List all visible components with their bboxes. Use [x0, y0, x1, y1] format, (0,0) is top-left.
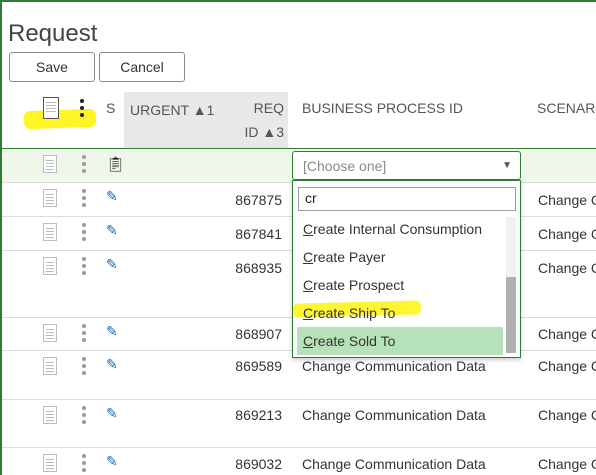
filter-input[interactable]: cr — [298, 187, 516, 211]
kebab-menu-icon[interactable] — [82, 257, 86, 275]
option-create-internal-consumption[interactable]: Create Internal Consumption — [297, 215, 503, 243]
kebab-menu-icon[interactable] — [82, 155, 86, 173]
edit-document-icon: ✎ — [106, 256, 118, 272]
req-sort-indicator: ▲3 — [262, 124, 284, 140]
req-id: 868935 — [235, 260, 282, 276]
save-label: Save — [36, 59, 68, 75]
edit-document-icon: ✎ — [106, 405, 118, 421]
kebab-menu-icon[interactable] — [82, 189, 86, 207]
edit-document-icon: ✎ — [106, 323, 118, 339]
kebab-menu-icon[interactable] — [82, 324, 86, 342]
table-row[interactable]: ✎ 869213 Change Communication Data Chang… — [2, 399, 596, 447]
header-document-icon[interactable] — [43, 97, 59, 153]
combobox-dropdown: cr Create Internal Consumption Create Pa… — [292, 180, 521, 358]
edit-document-icon: ✎ — [106, 188, 118, 204]
clipboard-icon: 📋︎ — [106, 156, 126, 173]
scenario: Change C — [538, 192, 596, 208]
option-create-payer[interactable]: Create Payer — [297, 243, 503, 271]
kebab-menu-icon[interactable] — [82, 357, 86, 375]
table-row[interactable]: ✎ 869032 Change Communication Data Chang… — [2, 447, 596, 475]
dropdown-scroll-thumb[interactable] — [506, 277, 516, 353]
kebab-menu-icon[interactable] — [82, 223, 86, 241]
scenario: Change C — [538, 407, 596, 423]
kebab-menu-icon[interactable] — [82, 454, 86, 472]
document-icon[interactable] — [43, 324, 57, 342]
document-icon[interactable] — [43, 406, 57, 424]
urgent-sort-indicator: ▲1 — [192, 102, 215, 118]
column-header-req-id[interactable]: REQ ID ▲3 — [218, 92, 288, 148]
option-create-ship-to[interactable]: Create Ship To — [297, 299, 503, 327]
business-process-id: Change Communication Data — [302, 456, 486, 472]
option-create-prospect[interactable]: Create Prospect — [297, 271, 503, 299]
document-icon[interactable] — [43, 454, 57, 472]
page-title: Request — [8, 20, 98, 47]
combobox-placeholder: [Choose one] — [303, 158, 387, 174]
req-id: 867841 — [235, 226, 282, 242]
document-icon — [43, 97, 59, 119]
document-icon[interactable] — [43, 257, 57, 275]
document-icon[interactable] — [43, 155, 57, 173]
req-id: 867875 — [235, 192, 282, 208]
kebab-menu-icon[interactable] — [82, 406, 86, 424]
scenario: Change C — [538, 260, 596, 276]
document-icon[interactable] — [43, 189, 57, 207]
document-icon[interactable] — [43, 357, 57, 375]
top-border — [0, 0, 596, 2]
edit-document-icon: ✎ — [106, 356, 118, 372]
scenario: Change C — [538, 226, 596, 242]
cancel-button[interactable]: Cancel — [99, 52, 185, 82]
scenario: Change C — [538, 358, 596, 374]
req-id: 869213 — [235, 407, 282, 423]
option-create-sold-to[interactable]: Create Sold To — [297, 327, 503, 355]
scenario: Change C — [538, 456, 596, 472]
chevron-down-icon[interactable]: ▼ — [502, 160, 512, 171]
kebab-menu-icon — [80, 99, 84, 117]
business-process-combobox[interactable]: [Choose one] ▼ — [292, 151, 521, 180]
urgent-label: URGENT — [130, 102, 189, 118]
req-id: 869589 — [235, 358, 282, 374]
edit-document-icon: ✎ — [106, 453, 118, 469]
req-label-line1: REQ — [253, 100, 284, 116]
header-kebab-menu-icon[interactable] — [80, 99, 84, 155]
edit-document-icon: ✎ — [106, 222, 118, 238]
document-icon[interactable] — [43, 223, 57, 241]
save-button[interactable]: Save — [9, 52, 97, 130]
cancel-label: Cancel — [120, 59, 164, 75]
scenario: Change C — [538, 326, 596, 342]
save-highlight — [23, 108, 97, 130]
req-id: 868907 — [235, 326, 282, 342]
business-process-id: Change Communication Data — [302, 358, 486, 374]
req-label-line2: ID — [244, 124, 259, 140]
req-id: 869032 — [235, 456, 282, 472]
business-process-id: Change Communication Data — [302, 407, 486, 423]
